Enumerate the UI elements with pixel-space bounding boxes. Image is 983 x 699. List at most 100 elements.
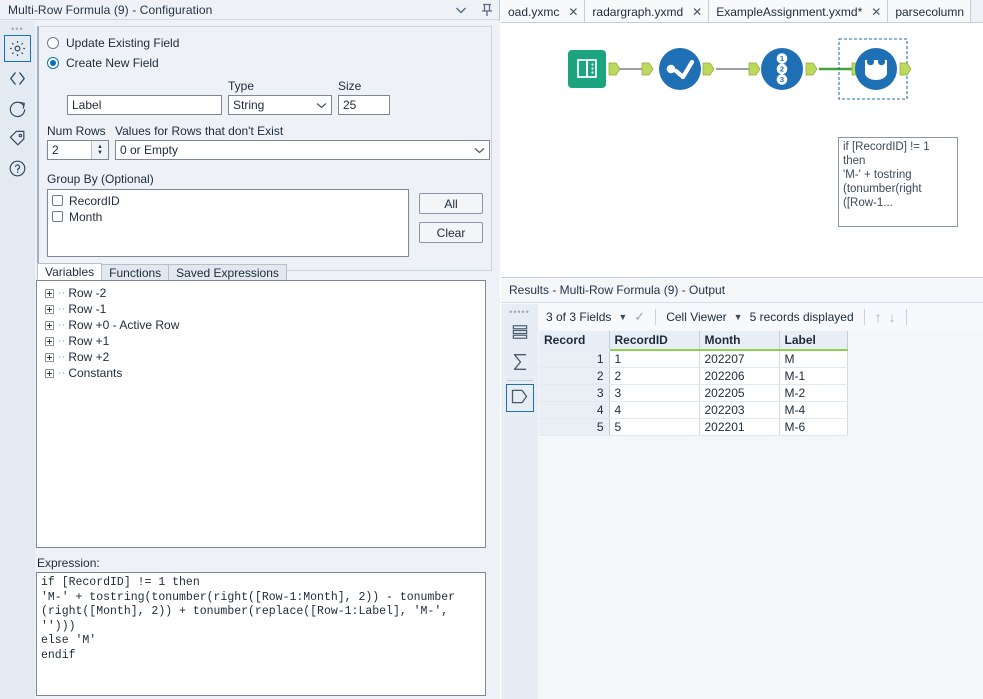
- column-header-record[interactable]: Record: [539, 331, 609, 350]
- group-by-checkbox[interactable]: [52, 211, 63, 222]
- rail-item-runtime[interactable]: [4, 95, 31, 122]
- expand-icon[interactable]: [45, 305, 54, 314]
- table-row[interactable]: 5 5 202201 M-6: [539, 419, 847, 436]
- spinner-down-icon[interactable]: ▼: [97, 150, 103, 156]
- group-by-checkbox[interactable]: [52, 195, 63, 206]
- select-all-button[interactable]: All: [419, 193, 483, 214]
- variables-tree[interactable]: ·· Row -2 ·· Row -1 ·· Row +0 - Active R…: [36, 280, 486, 548]
- tree-node[interactable]: ·· Row -1: [45, 301, 485, 317]
- rail-item-help[interactable]: [4, 155, 31, 182]
- results-grid[interactable]: Record RecordID Month Label 1 1 202207 M: [539, 331, 983, 699]
- scroll-up-icon[interactable]: ↑: [875, 309, 882, 325]
- close-icon[interactable]: ✕: [871, 5, 881, 19]
- close-icon[interactable]: ✕: [568, 5, 578, 19]
- expand-icon[interactable]: [45, 337, 54, 346]
- results-panel-title: Results - Multi-Row Formula (9) - Output: [501, 278, 983, 303]
- chevron-down-icon[interactable]: ▼: [734, 312, 743, 322]
- code-icon: [8, 69, 27, 88]
- results-rail-item-summary[interactable]: [506, 349, 534, 377]
- record-id-tool[interactable]: 1 2 3: [749, 48, 817, 90]
- chevron-down-icon: [316, 96, 327, 114]
- cell-recordid: 2: [609, 368, 699, 385]
- group-by-item-label: Month: [69, 210, 102, 224]
- field-size-input[interactable]: 25: [338, 95, 390, 115]
- chevron-down-icon[interactable]: ▼: [618, 312, 627, 322]
- gear-icon: [8, 39, 27, 58]
- tree-node-label: Row -1: [68, 302, 106, 316]
- table-row[interactable]: 2 2 202206 M-1: [539, 368, 847, 385]
- column-header-label[interactable]: Label: [779, 331, 847, 350]
- cell-month: 202203: [699, 402, 779, 419]
- results-rail-item-messages[interactable]: [506, 319, 534, 347]
- tab-functions[interactable]: Functions: [101, 264, 169, 280]
- tool-annotation: if [RecordID] != 1 then 'M-' + tostring …: [838, 137, 958, 227]
- expand-icon[interactable]: [45, 289, 54, 298]
- clear-button[interactable]: Clear: [419, 222, 483, 243]
- rail-grip[interactable]: •••: [11, 25, 25, 32]
- missing-rows-select[interactable]: 0 or Empty: [115, 140, 490, 160]
- group-by-item[interactable]: Month: [52, 209, 404, 224]
- help-icon: [8, 159, 27, 178]
- num-rows-value[interactable]: 2: [48, 141, 91, 159]
- workflow-tab[interactable]: parsecolumn: [888, 0, 971, 23]
- workflow-tab-active[interactable]: ExampleAssignment.yxmd* ✕: [709, 0, 888, 23]
- results-rail-item-output[interactable]: [506, 384, 534, 412]
- missing-rows-group: Values for Rows that don't Exist 0 or Em…: [115, 124, 490, 160]
- tree-node[interactable]: ·· Row +2: [45, 349, 485, 365]
- cell-record: 3: [539, 385, 609, 402]
- column-header-month[interactable]: Month: [699, 331, 779, 350]
- field-name-input[interactable]: Label: [67, 95, 222, 115]
- config-panel-title: Multi-Row Formula (9) - Configuration: [0, 3, 212, 17]
- num-rows-stepper[interactable]: 2 ▲ ▼: [47, 140, 109, 160]
- group-by-field-list[interactable]: RecordID Month: [47, 189, 409, 257]
- workflow-canvas[interactable]: 1 2 3 if [RecordID]: [501, 24, 983, 277]
- scroll-down-icon[interactable]: ↓: [889, 309, 896, 325]
- close-icon[interactable]: ✕: [692, 5, 702, 19]
- workflow-tab[interactable]: radargraph.yxmd ✕: [585, 0, 709, 23]
- tree-node[interactable]: ·· Constants: [45, 365, 485, 381]
- field-name-group: Label: [67, 95, 222, 115]
- cell-label: M-4: [779, 402, 847, 419]
- table-row[interactable]: 1 1 202207 M: [539, 350, 847, 368]
- input-data-tool[interactable]: [568, 50, 620, 88]
- rail-item-configuration[interactable]: [4, 35, 31, 62]
- tree-node[interactable]: ·· Row +0 - Active Row: [45, 317, 485, 333]
- cell-label: M-6: [779, 419, 847, 436]
- tag-icon: [8, 129, 27, 148]
- rail-item-code[interactable]: [4, 65, 31, 92]
- expression-editor[interactable]: if [RecordID] != 1 then 'M-' + tostring(…: [36, 572, 486, 696]
- update-existing-field-radio[interactable]: [47, 37, 59, 49]
- table-row[interactable]: 4 4 202203 M-4: [539, 402, 847, 419]
- config-titlebar: Multi-Row Formula (9) - Configuration: [0, 0, 499, 20]
- num-rows-spinner-arrows[interactable]: ▲ ▼: [91, 141, 108, 159]
- tree-node[interactable]: ·· Row +1: [45, 333, 485, 349]
- rail-item-annotation[interactable]: [4, 125, 31, 152]
- field-type-group: Type String: [228, 79, 332, 115]
- results-rail-grip[interactable]: •••••: [501, 307, 538, 317]
- tree-node[interactable]: ·· Row -2: [45, 285, 485, 301]
- num-rows-group: Num Rows 2 ▲ ▼: [47, 124, 109, 160]
- create-new-field-radio[interactable]: [47, 57, 59, 69]
- tab-variables[interactable]: Variables: [37, 263, 102, 280]
- chevron-down-icon[interactable]: [453, 2, 469, 18]
- check-icon[interactable]: ✓: [634, 309, 645, 325]
- cell-recordid: 3: [609, 385, 699, 402]
- update-existing-field-row[interactable]: Update Existing Field: [47, 33, 483, 53]
- column-header-recordid[interactable]: RecordID: [609, 331, 699, 350]
- table-row[interactable]: 3 3 202205 M-2: [539, 385, 847, 402]
- tab-saved-expressions[interactable]: Saved Expressions: [168, 264, 287, 280]
- fields-count-label[interactable]: 3 of 3 Fields: [546, 310, 611, 324]
- workflow-tab[interactable]: oad.yxmc ✕: [501, 0, 585, 23]
- group-by-item[interactable]: RecordID: [52, 193, 404, 208]
- expand-icon[interactable]: [45, 353, 54, 362]
- select-tool[interactable]: [642, 48, 714, 90]
- num-rows-label: Num Rows: [47, 124, 109, 138]
- expand-icon[interactable]: [45, 369, 54, 378]
- pin-icon[interactable]: [479, 2, 495, 18]
- cell-viewer-label[interactable]: Cell Viewer: [666, 310, 726, 324]
- rows-icon: [510, 322, 530, 345]
- expand-icon[interactable]: [45, 321, 54, 330]
- field-type-select[interactable]: String: [228, 95, 332, 115]
- create-new-field-row[interactable]: Create New Field: [47, 53, 483, 73]
- cell-label: M: [779, 350, 847, 368]
